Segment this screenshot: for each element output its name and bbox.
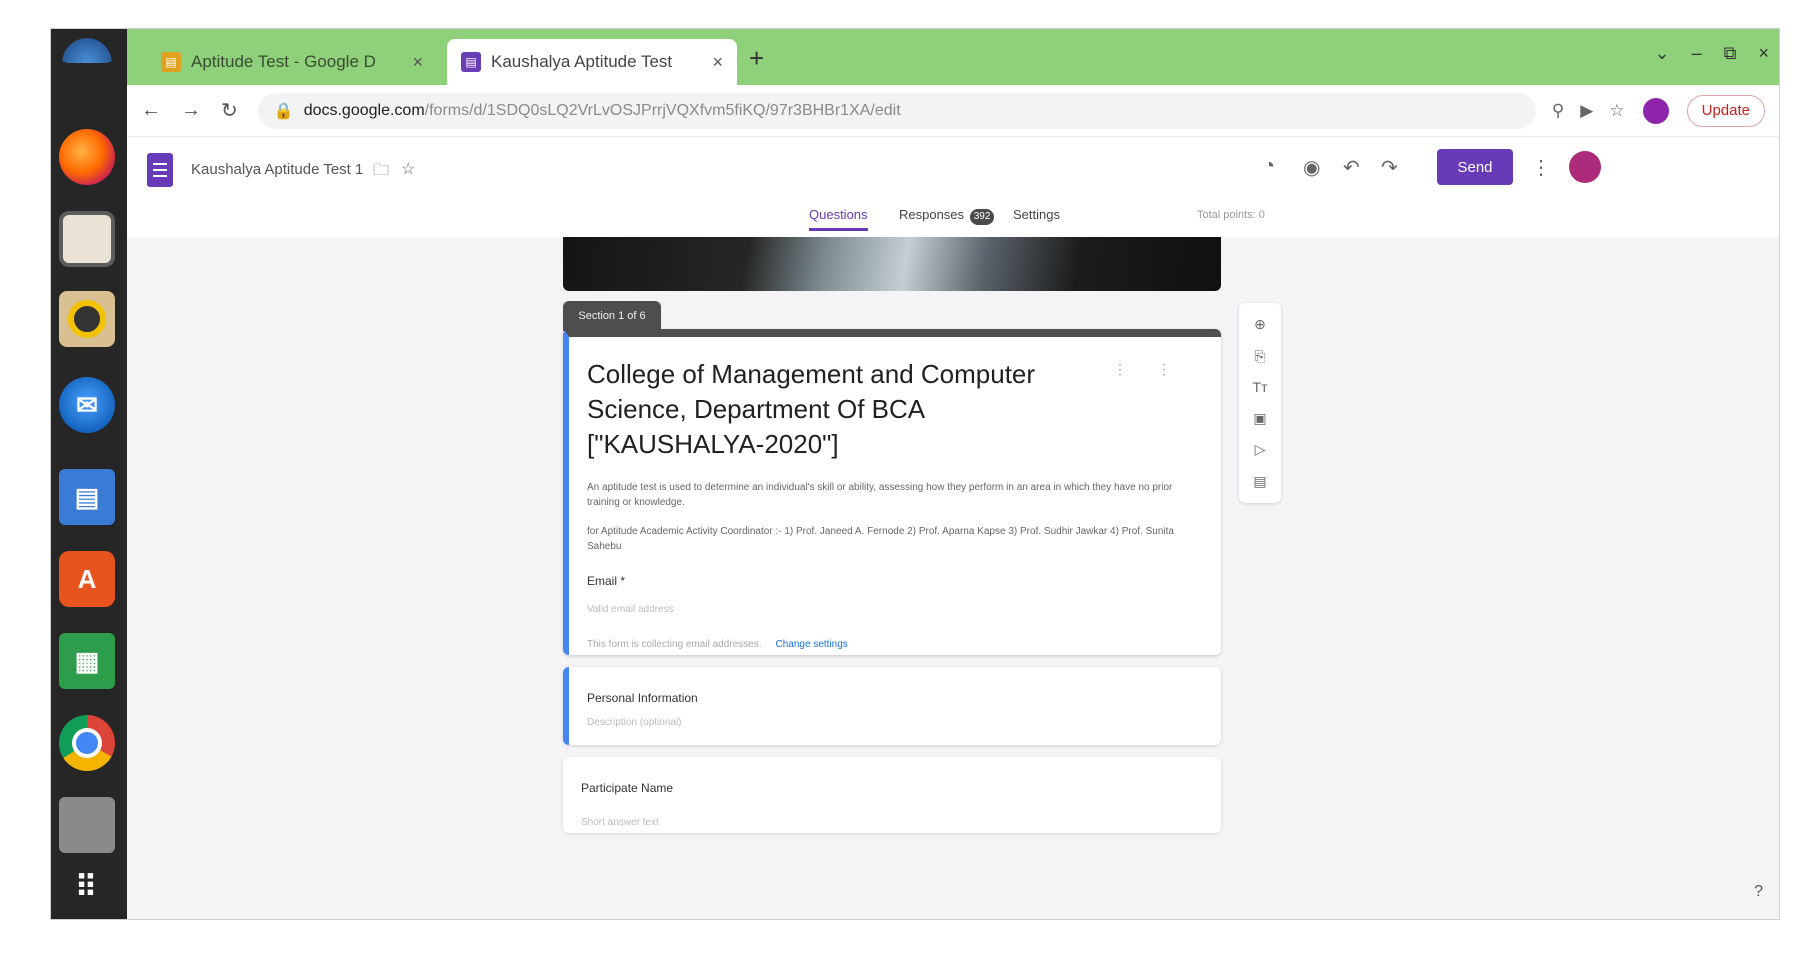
show-desktop-icon[interactable] [59, 33, 115, 63]
section-indicator: Section 1 of 6 [563, 301, 661, 331]
section-card[interactable]: Personal Information Description (option… [563, 667, 1221, 745]
tab-questions[interactable]: Questions [809, 207, 868, 231]
browser-toolbar: ← → ↻ 🔒 docs.google.com /forms/d/1SDQ0sL… [127, 85, 1779, 137]
section-title[interactable]: Personal Information [587, 691, 1201, 705]
google-docs-favicon-icon: ▤ [161, 52, 181, 72]
desktop-screen: ✉ ▤ A ▦ ⠿ ▤ Aptitude Test - Google D × ▤… [50, 28, 1780, 920]
document-title[interactable]: Kaushalya Aptitude Test 1 [191, 161, 363, 178]
more-options-icon[interactable]: ⋮ [1531, 155, 1551, 180]
header-banner-image [563, 237, 1221, 291]
maximize-icon[interactable]: ⧉ [1724, 43, 1737, 64]
back-icon[interactable]: ← [141, 99, 161, 122]
forward-icon[interactable]: → [181, 99, 201, 122]
google-forms-favicon-icon: ▤ [461, 52, 481, 72]
help-icon[interactable]: ? [1754, 883, 1763, 901]
image-icon[interactable]: ▣ [1253, 410, 1266, 427]
close-tab-icon[interactable]: × [412, 52, 423, 73]
add-question-icon[interactable]: ⊕ [1254, 316, 1266, 333]
responses-count-badge: 392 [970, 209, 995, 225]
url-host: docs.google.com [303, 101, 425, 119]
address-bar[interactable]: 🔒 docs.google.com /forms/d/1SDQ0sLQ2VrLv… [257, 92, 1536, 129]
palette-icon[interactable]: ◔ [1263, 155, 1275, 178]
tab-label: Kaushalya Aptitude Test [491, 52, 673, 71]
browser-tab-kaushalya[interactable]: ▤ Kaushalya Aptitude Test × [447, 39, 737, 85]
app-grid-icon[interactable]: ⠿ [59, 859, 115, 915]
zoom-icon[interactable]: ⚲ [1552, 101, 1564, 121]
video-icon[interactable]: ▷ [1255, 441, 1266, 458]
email-field-label: Email * [587, 574, 626, 588]
url-path: /forms/d/1SDQ0sLQ2VrLvOSJPrrjVQXfvm5fiKQ… [424, 101, 901, 119]
folder-icon[interactable]: 🗀 [373, 159, 389, 186]
firefox-icon[interactable] [59, 129, 115, 185]
question-title[interactable]: Participate Name [581, 781, 1201, 795]
preview-icon[interactable]: ◉ [1303, 155, 1320, 180]
calc-icon[interactable]: ▦ [59, 633, 115, 689]
form-tabs: Questions Responses 392 Settings Total po… [127, 197, 1779, 237]
star-icon[interactable]: ☆ [401, 159, 415, 179]
writer-icon[interactable]: ▤ [59, 469, 115, 525]
minimize-icon[interactable]: – [1692, 43, 1702, 64]
tab-responses[interactable]: Responses 392 [899, 207, 995, 225]
star-icon[interactable]: ☆ [1609, 101, 1624, 121]
card-options-icon[interactable]: ⋮⋮ [1113, 361, 1201, 378]
form-canvas: Section 1 of 6 ⋮⋮ College of Management … [127, 237, 1779, 919]
lock-icon[interactable]: 🔒 [274, 101, 294, 121]
close-tab-icon[interactable]: × [712, 52, 723, 73]
title-icon[interactable]: Tт [1253, 379, 1268, 395]
email-field: Valid email address [587, 604, 674, 615]
question-card[interactable]: Participate Name Short answer text [563, 757, 1221, 833]
tab-settings[interactable]: Settings [1013, 207, 1060, 222]
coordinator-info[interactable]: for Aptitude Academic Activity Coordinat… [587, 524, 1177, 554]
close-window-icon[interactable]: × [1758, 43, 1769, 64]
change-settings-link[interactable]: Change settings [776, 639, 848, 650]
section-description-input[interactable]: Description (optional) [587, 717, 1201, 728]
rhythmbox-icon[interactable] [59, 291, 115, 347]
update-button[interactable]: Update [1686, 94, 1765, 127]
thunderbird-icon[interactable]: ✉ [59, 377, 115, 433]
email-collection-note: This form is collecting email addresses.… [587, 639, 1201, 650]
form-title[interactable]: College of Management and Computer Scien… [587, 357, 1087, 462]
window-controls: ⌄ – ⧉ × [1655, 43, 1769, 64]
form-description[interactable]: An aptitude test is used to determine an… [587, 480, 1177, 510]
profile-avatar[interactable] [1642, 97, 1669, 124]
cast-icon[interactable]: ▶ [1580, 101, 1593, 121]
ubuntu-dock: ✉ ▤ A ▦ ⠿ [51, 29, 127, 919]
short-answer-field: Short answer text [581, 817, 659, 828]
browser-tab-bar: ▤ Aptitude Test - Google D × ▤ Kaushalya… [127, 29, 1779, 85]
software-icon[interactable]: A [59, 551, 115, 607]
question-toolbar: ⊕ ⎘ Tт ▣ ▷ ▤ [1239, 303, 1281, 503]
send-button[interactable]: Send [1437, 149, 1513, 185]
form-title-card[interactable]: ⋮⋮ College of Management and Computer Sc… [563, 329, 1221, 655]
browser-tab-aptitude-test[interactable]: ▤ Aptitude Test - Google D × [147, 39, 437, 85]
tab-label: Aptitude Test - Google D [191, 52, 376, 71]
tab-responses-label: Responses [899, 207, 965, 222]
trash-icon[interactable] [59, 797, 115, 853]
files-icon[interactable] [59, 211, 115, 267]
total-points: Total points: 0 [1197, 209, 1265, 221]
tab-search-icon[interactable]: ⌄ [1655, 43, 1670, 64]
email-note-text: This form is collecting email addresses. [587, 639, 762, 650]
new-tab-button[interactable]: + [749, 43, 764, 74]
google-forms-icon[interactable] [147, 153, 173, 187]
forms-header: Kaushalya Aptitude Test 1 🗀 ☆ ◔ ◉ ↶ ↷ Se… [127, 137, 1779, 237]
chrome-icon[interactable] [59, 715, 115, 771]
reload-icon[interactable]: ↻ [221, 98, 238, 123]
account-avatar[interactable] [1569, 151, 1601, 183]
section-icon[interactable]: ▤ [1253, 473, 1266, 490]
redo-icon[interactable]: ↷ [1381, 155, 1398, 180]
import-icon[interactable]: ⎘ [1254, 348, 1265, 365]
undo-icon[interactable]: ↶ [1343, 155, 1360, 180]
